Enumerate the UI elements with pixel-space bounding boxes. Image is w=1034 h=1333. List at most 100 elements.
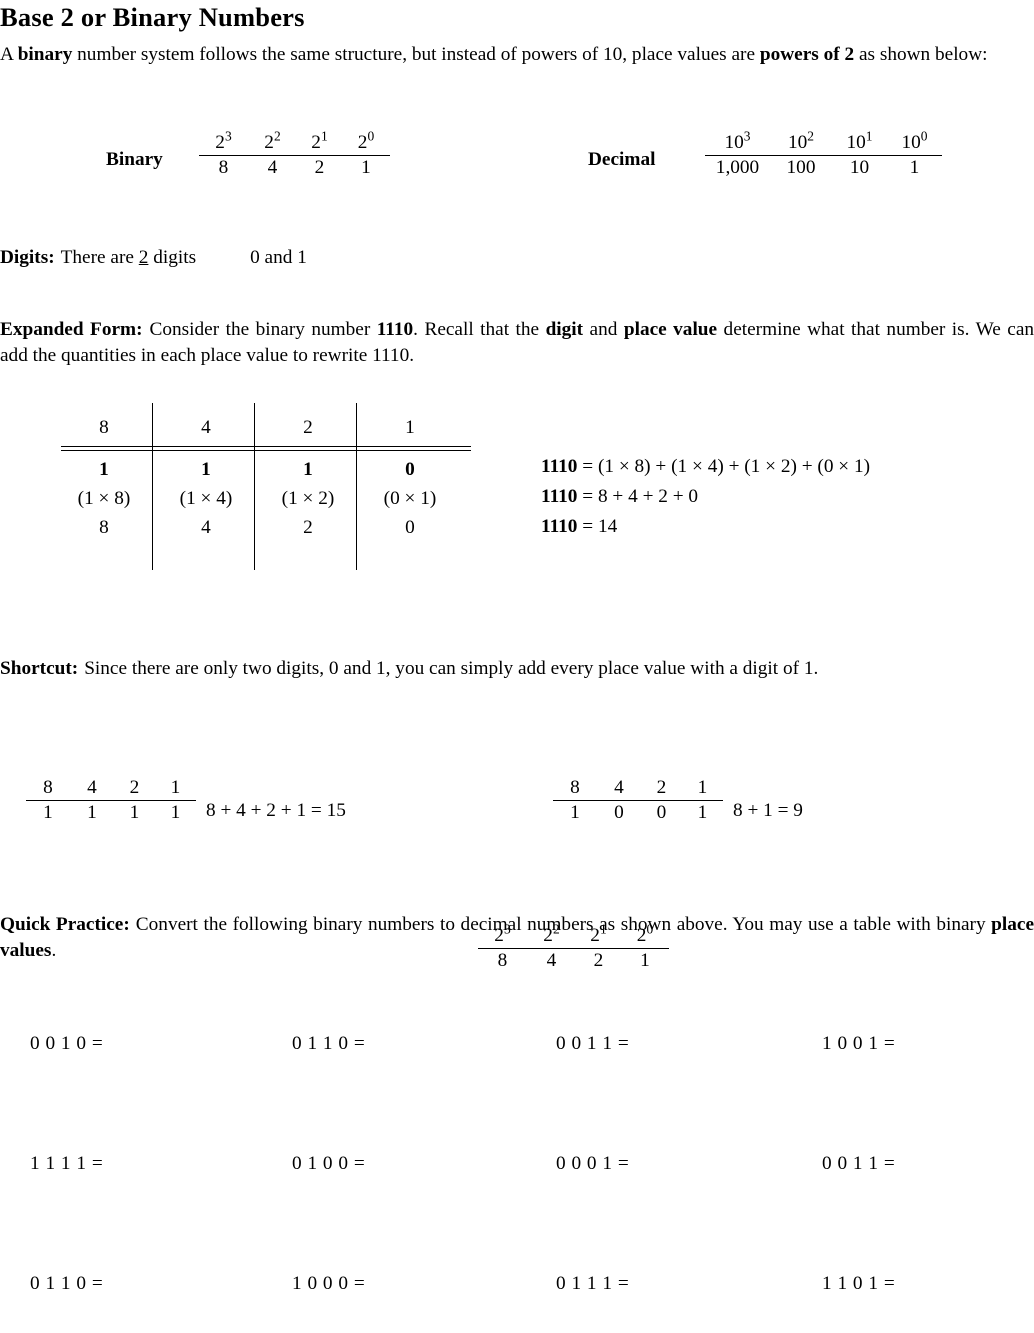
- expanded-place-value-2: 2: [303, 417, 313, 438]
- equation-rhs-0: = (1 × 8) + (1 × 4) + (1 × 2) + (0 × 1): [582, 456, 871, 477]
- quick-practice-value-0: 8: [497, 950, 508, 971]
- quick-practice-exponent-2: 21: [590, 921, 607, 946]
- quick-practice-rule: [478, 948, 669, 949]
- expanded-form-bold-digit: digit: [545, 319, 584, 340]
- practice-problem-0-1[interactable]: 0 1 1 0 =: [292, 1033, 365, 1055]
- decimal-table-rule: [705, 155, 942, 156]
- practice-problem-2-2[interactable]: 0 1 1 1 =: [556, 1273, 629, 1295]
- equation-lhs-2: 1110: [541, 516, 578, 537]
- expanded-table-digit-row: 1 1 1 0: [53, 455, 473, 484]
- practice-problem-0-0[interactable]: 0 0 1 0 =: [30, 1033, 103, 1055]
- expanded-form-paragraph: Expanded Form: Consider the binary number…: [0, 317, 1034, 369]
- practice-problem-2-3[interactable]: 1 1 0 1 =: [822, 1273, 895, 1295]
- quick-practice-exponent-row: 23 22 21 20: [478, 921, 669, 947]
- shortcut-1-digit-1: 1: [87, 802, 97, 823]
- decimal-value-cell-0: 1,000: [715, 157, 760, 178]
- shortcut-2-place-value-row: 8 4 2 1: [553, 777, 723, 799]
- binary-exponent-cell-0: 23: [215, 128, 232, 153]
- intro-part-3: as shown below:: [854, 44, 988, 65]
- shortcut-1-place-value-2: 2: [129, 777, 140, 798]
- equation-row-0: 1110 = (1 × 8) + (1 × 4) + (1 × 2) + (0 …: [541, 452, 870, 482]
- shortcut-1-place-value-row: 8 4 2 1: [26, 777, 196, 799]
- shortcut-paragraph: Shortcut: Since there are only two digits…: [0, 656, 1034, 682]
- shortcut-text: Since there are only two digits, 0 and 1…: [84, 658, 819, 679]
- intro-part-1: A: [0, 44, 18, 65]
- binary-value-cell-0: 8: [218, 157, 229, 178]
- expanded-form-bold-place-value: place value: [623, 319, 718, 340]
- shortcut-2-rule: [553, 800, 723, 801]
- shortcut-2-place-value-3: 1: [697, 777, 708, 798]
- equation-row-1: 1110 = 8 + 4 + 2 + 0: [541, 482, 870, 512]
- shortcut-2-place-value-0: 8: [570, 777, 580, 798]
- expanded-product-1: (1 × 4): [179, 488, 233, 509]
- expanded-form-equations: 1110 = (1 × 8) + (1 × 4) + (1 × 2) + (0 …: [541, 452, 870, 542]
- expanded-place-value-1: 4: [201, 417, 211, 438]
- shortcut-2-digit-row: 1 0 0 1: [553, 802, 723, 824]
- decimal-exponent-cell-0: 103: [724, 128, 751, 153]
- quick-practice-exponent-0: 23: [494, 921, 511, 946]
- shortcut-table-1: 8 4 2 1 1 1 1 1: [26, 777, 196, 824]
- binary-place-value-table: 23 22 21 20 8 4 2 1: [199, 128, 390, 179]
- shortcut-2-sum: 8 + 1 = 9: [733, 800, 803, 821]
- decimal-exponent-cell-1: 102: [787, 128, 815, 153]
- quick-practice-value-3: 1: [640, 950, 650, 971]
- practice-problem-1-0[interactable]: 1 1 1 1 =: [30, 1153, 103, 1175]
- expanded-result-0: 8: [99, 517, 109, 538]
- shortcut-2-digit-3: 1: [697, 802, 708, 823]
- shortcut-label: Shortcut:: [0, 658, 79, 679]
- shortcut-2-digit-0: 1: [570, 802, 580, 823]
- binary-exponent-cell-1: 22: [264, 128, 281, 153]
- digits-values: 0 and 1: [250, 247, 307, 268]
- practice-problem-0-3[interactable]: 1 0 0 1 =: [822, 1033, 895, 1055]
- expanded-form-text-1: Consider the binary number: [149, 319, 377, 340]
- binary-exponent-row: 23 22 21 20: [199, 128, 390, 154]
- expanded-digit-2: 1: [303, 459, 313, 480]
- expanded-product-3: (0 × 1): [383, 488, 437, 509]
- shortcut-2-digit-1: 0: [614, 802, 624, 823]
- binary-table-rule: [199, 155, 390, 156]
- binary-exponent-cell-3: 20: [357, 128, 375, 153]
- expanded-form-table: 8 4 2 1 1 1 1 0 (1 × 8) (1 × 4) (1 × 2) …: [53, 403, 473, 570]
- decimal-place-value-table: 103 102 101 100 1,000 100 10 1: [705, 128, 942, 179]
- worksheet-page: Base 2 or Binary Numbers A binary number…: [0, 0, 1034, 1333]
- practice-problem-2-1[interactable]: 1 0 0 0 =: [292, 1273, 365, 1295]
- expanded-digit-1: 1: [201, 459, 211, 480]
- expanded-digit-0: 1: [99, 459, 109, 480]
- expanded-table-vline-1: [152, 403, 153, 570]
- quick-practice-text-2: .: [51, 940, 57, 961]
- binary-value-cell-2: 2: [314, 157, 325, 178]
- shortcut-2-place-value-2: 2: [656, 777, 667, 798]
- practice-problem-1-2[interactable]: 0 0 0 1 =: [556, 1153, 629, 1175]
- decimal-value-row: 1,000 100 10 1: [705, 157, 942, 179]
- decimal-value-cell-3: 1: [909, 157, 920, 178]
- decimal-exponent-cell-3: 100: [901, 128, 928, 153]
- shortcut-1-digit-0: 1: [43, 802, 53, 823]
- equation-lhs-1: 1110: [541, 486, 578, 507]
- shortcut-2-digit-2: 0: [656, 802, 667, 823]
- expanded-result-1: 4: [201, 517, 211, 538]
- practice-problem-1-1[interactable]: 0 1 0 0 =: [292, 1153, 365, 1175]
- practice-problem-0-2[interactable]: 0 0 1 1 =: [556, 1033, 629, 1055]
- binary-value-row: 8 4 2 1: [199, 157, 390, 179]
- expanded-table-product-row: (1 × 8) (1 × 4) (1 × 2) (0 × 1): [53, 484, 473, 513]
- expanded-place-value-0: 8: [99, 417, 109, 438]
- practice-problem-2-0[interactable]: 0 1 1 0 =: [30, 1273, 103, 1295]
- decimal-exponent-row: 103 102 101 100: [705, 128, 942, 154]
- digits-count: 2: [138, 247, 149, 268]
- decimal-exponent-cell-2: 101: [846, 128, 873, 153]
- expanded-result-2: 2: [303, 517, 313, 538]
- binary-value-cell-1: 4: [267, 157, 278, 178]
- shortcut-1-place-value-3: 1: [170, 777, 181, 798]
- expanded-form-label: Expanded Form:: [0, 319, 143, 340]
- expanded-table-place-value-row: 8 4 2 1: [53, 413, 473, 442]
- shortcut-1-place-value-0: 8: [43, 777, 53, 798]
- expanded-table-vline-3: [356, 403, 357, 570]
- equation-rhs-2: = 14: [582, 516, 618, 537]
- practice-problem-1-3[interactable]: 0 0 1 1 =: [822, 1153, 895, 1175]
- quick-practice-exponent-3: 20: [636, 921, 654, 946]
- expanded-table-result-row: 8 4 2 0: [53, 513, 473, 542]
- quick-practice-label: Quick Practice:: [0, 914, 130, 935]
- shortcut-2-place-value-1: 4: [614, 777, 624, 798]
- expanded-product-2: (1 × 2): [281, 488, 335, 509]
- shortcut-table-2: 8 4 2 1 1 0 0 1: [553, 777, 723, 824]
